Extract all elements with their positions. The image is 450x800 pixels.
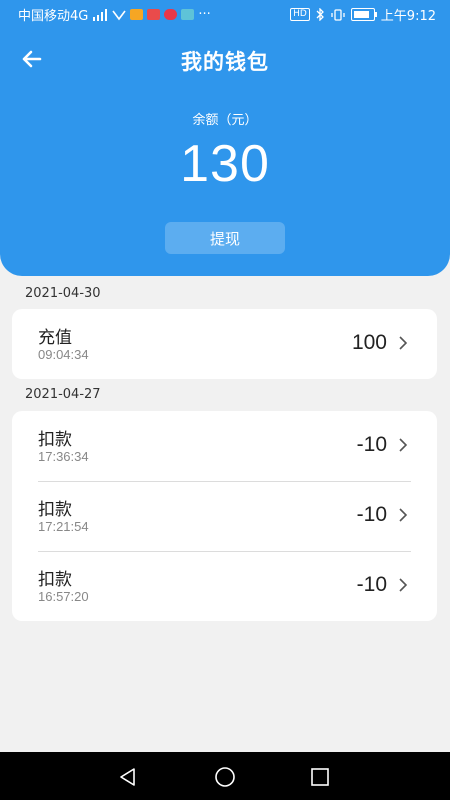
transaction-card: 扣款 17:36:34 -10 扣款 17:21:54 -10 扣款 16:57… bbox=[12, 411, 437, 621]
transaction-time: 17:21:54 bbox=[38, 519, 89, 534]
status-right: HD 上午9:12 bbox=[290, 5, 436, 24]
transaction-card: 充值 09:04:34 100 bbox=[12, 309, 437, 379]
chevron-right-icon bbox=[399, 508, 408, 522]
transaction-time: 09:04:34 bbox=[38, 347, 89, 362]
transaction-row[interactable]: 扣款 17:36:34 -10 bbox=[12, 411, 437, 481]
balance-value: 130 bbox=[180, 135, 270, 193]
date-header: 2021-04-27 bbox=[25, 387, 101, 402]
status-time: 上午9:12 bbox=[380, 9, 436, 24]
recents-square-icon[interactable] bbox=[309, 766, 331, 788]
hd-icon: HD bbox=[290, 8, 310, 21]
transaction-row[interactable]: 充值 09:04:34 100 bbox=[12, 309, 437, 379]
transaction-amount: -10 bbox=[356, 433, 387, 456]
withdraw-button[interactable]: 提现 bbox=[165, 222, 285, 254]
transaction-time: 16:57:20 bbox=[38, 589, 89, 604]
status-bar: 中国移动4G ··· HD 上午9:12 bbox=[0, 0, 450, 28]
wallet-header: 我的钱包 余额（元） 130 提现 bbox=[0, 28, 450, 276]
transaction-time: 17:36:34 bbox=[38, 449, 89, 464]
app-notification-icon bbox=[181, 9, 195, 20]
transaction-amount: -10 bbox=[356, 503, 387, 526]
page-title: 我的钱包 bbox=[181, 50, 269, 74]
chevron-right-icon bbox=[399, 438, 408, 452]
system-nav-bar bbox=[0, 752, 450, 800]
transaction-row[interactable]: 扣款 16:57:20 -10 bbox=[12, 551, 437, 621]
bluetooth-icon bbox=[316, 8, 324, 21]
home-circle-icon[interactable] bbox=[214, 766, 236, 788]
transaction-type: 扣款 bbox=[38, 500, 72, 520]
transaction-type: 扣款 bbox=[38, 430, 72, 450]
app-notification-icon bbox=[130, 9, 144, 20]
chevron-right-icon bbox=[399, 578, 408, 592]
notification-icon bbox=[112, 10, 126, 20]
transaction-row[interactable]: 扣款 17:21:54 -10 bbox=[12, 481, 437, 551]
transaction-type: 充值 bbox=[38, 328, 72, 348]
vibrate-icon bbox=[331, 8, 345, 21]
app-notification-icon bbox=[147, 9, 161, 20]
transaction-type: 扣款 bbox=[38, 570, 72, 590]
balance-label: 余额（元） bbox=[192, 113, 258, 128]
transaction-amount: 100 bbox=[351, 331, 387, 354]
chevron-right-icon bbox=[399, 336, 408, 350]
date-header: 2021-04-30 bbox=[25, 286, 101, 301]
more-notifications-icon: ··· bbox=[198, 7, 211, 22]
carrier-label: 中国移动4G bbox=[18, 9, 89, 24]
status-left: 中国移动4G ··· bbox=[18, 5, 211, 24]
signal-icon bbox=[93, 8, 108, 21]
transaction-amount: -10 bbox=[356, 573, 387, 596]
app-notification-icon bbox=[164, 9, 178, 20]
back-triangle-icon[interactable] bbox=[117, 766, 139, 788]
battery-icon bbox=[350, 8, 377, 21]
